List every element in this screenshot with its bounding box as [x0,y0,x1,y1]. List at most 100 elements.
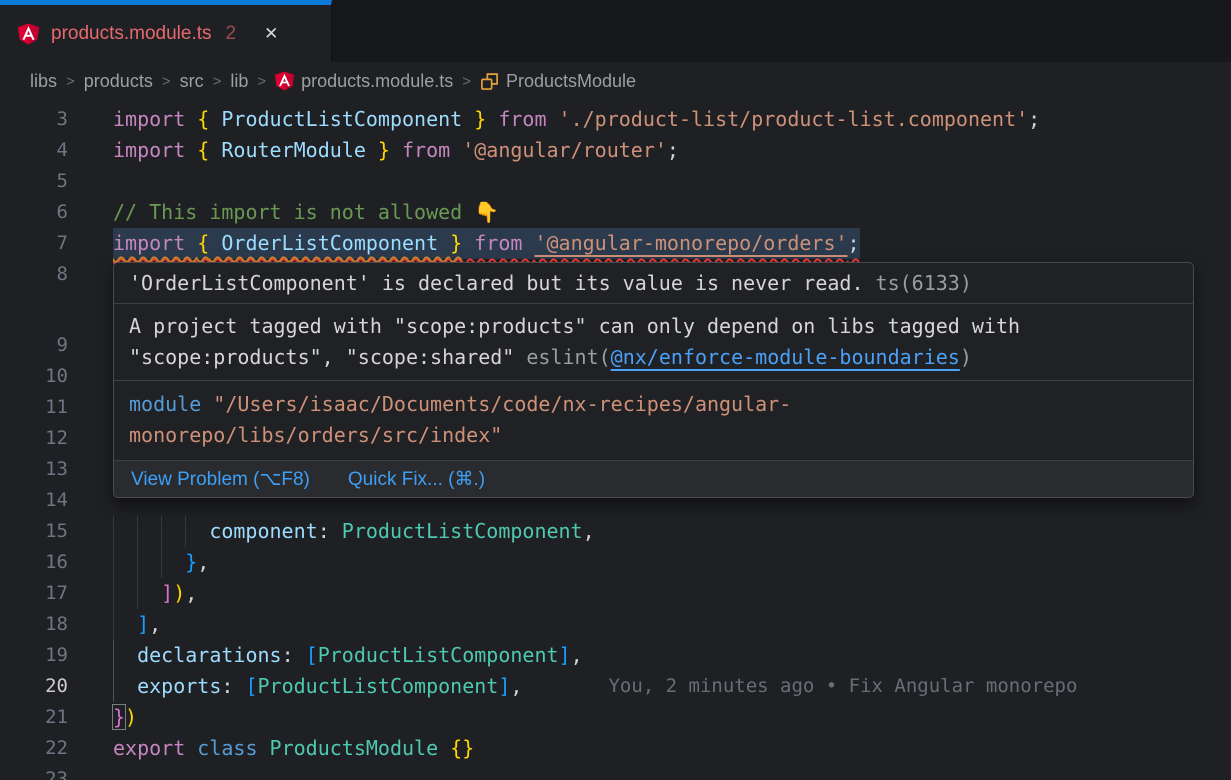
line-number[interactable]: 19 [0,640,68,671]
line-number[interactable]: 17 [0,578,68,609]
token: OrderListComponent [209,231,450,255]
token: class [197,736,269,760]
hover-action-bar: View Problem (⌥F8) Quick Fix... (⌘.) [114,461,1193,497]
token: ; [1028,107,1040,131]
hover-popup: 'OrderListComponent' is declared but its… [113,262,1194,498]
tab-products-module[interactable]: products.module.ts 2 ✕ [0,0,332,62]
code-line-5[interactable]: 5 [0,166,1231,197]
token: } [113,705,125,729]
code-line-6[interactable]: 6 // This import is not allowed 👇 [0,197,1231,228]
token: import [113,107,197,131]
line-number[interactable]: 8 [0,259,68,290]
breadcrumb-label: lib [230,71,248,92]
breadcrumb-item-libs[interactable]: libs [30,71,57,92]
quick-fix-button[interactable]: Quick Fix... (⌘.) [348,468,485,491]
token: } [474,107,486,131]
code-line-22[interactable]: 22export class ProductsModule {} [0,733,1231,764]
token: RouterModule [209,138,378,162]
token: ) [173,581,185,605]
code-content: declarations: [ProductListComponent], [113,640,583,671]
code-line-7[interactable]: 7 import { OrderListComponent } from '@an… [0,228,1231,259]
line-number[interactable]: 22 [0,733,68,764]
code-line-15[interactable]: 15 component: ProductListComponent, [0,516,1231,547]
code-line-20[interactable]: 20exports: [ProductListComponent],You, 2… [0,671,1231,702]
token: : [318,519,342,543]
indent-guide [113,547,137,578]
close-icon[interactable]: ✕ [264,25,278,42]
code-line-18[interactable]: 18], [0,609,1231,640]
code-line-3[interactable]: 3import { ProductListComponent } from '.… [0,104,1231,135]
line-number[interactable]: 5 [0,166,68,197]
token: import [113,138,197,162]
indent-guide [161,516,185,547]
token: './product-list/product-list.component' [559,107,1029,131]
code-line-17[interactable]: 17]), [0,578,1231,609]
indent-guide [161,547,185,578]
token: [ [306,643,318,667]
message-text: ) [960,345,972,369]
token: ] [137,612,149,636]
indent-guide [185,516,209,547]
line-number[interactable]: 16 [0,547,68,578]
line-number[interactable]: 4 [0,135,68,166]
code-line-16[interactable]: 16}, [0,547,1231,578]
token: , [149,612,161,636]
token: import [113,231,197,255]
eslint-rule-link[interactable]: @nx/enforce-module-boundaries [611,345,960,369]
line-number[interactable]: 20 [0,671,68,702]
line-number[interactable]: 14 [0,485,68,516]
error-squiggle: import { OrderListComponent } from '@ang… [113,231,860,255]
line-number[interactable]: 13 [0,454,68,485]
code-line-4[interactable]: 4 import { RouterModule } from '@angular/… [0,135,1231,166]
token: , [583,519,595,543]
code-line-23[interactable]: 23 [0,764,1231,780]
tab-bar: products.module.ts 2 ✕ [0,0,1231,62]
line-number[interactable]: 6 [0,197,68,228]
line-number[interactable]: 23 [0,764,68,780]
breadcrumb-item-lib[interactable]: lib [230,71,248,92]
breadcrumb-item-src[interactable]: src [180,71,204,92]
code-content: exports: [ProductListComponent], [113,671,522,702]
line-number[interactable]: 11 [0,392,68,423]
line-number[interactable]: 3 [0,104,68,135]
token: , [185,581,197,605]
eslint-error: A project tagged with "scope:products" c… [114,304,1193,381]
token: ] [559,643,571,667]
line-number[interactable]: 21 [0,702,68,733]
token: , [197,550,209,574]
token: ] [498,674,510,698]
message-text: ts(6133) [876,268,972,299]
indent-guide [113,640,137,671]
token: declarations [137,643,282,667]
breadcrumb-item-products.module.ts[interactable]: products.module.ts [275,71,453,92]
indent-guide [113,516,137,547]
indent-guide [113,671,137,702]
module-info: module "/Users/isaac/Documents/code/nx-r… [114,381,1193,461]
line-number[interactable]: 10 [0,361,68,392]
line-number[interactable]: 18 [0,609,68,640]
code-content: import { RouterModule } from '@angular/r… [113,135,679,166]
message-text: monorepo/libs/orders/src/index" [129,423,502,447]
token: from [486,107,558,131]
code-line-19[interactable]: 19 declarations: [ProductListComponent], [0,640,1231,671]
breadcrumb-item-productsmodule[interactable]: ProductsModule [480,71,636,92]
message-text: "scope:products", "scope:shared" [129,345,526,369]
code-content: }, [113,547,209,578]
breadcrumb-item-products[interactable]: products [84,71,153,92]
message-text: 'OrderListComponent' is declared but its… [129,268,876,299]
breadcrumb-label: src [180,71,204,92]
code-content: // This import is not allowed 👇 [113,197,499,228]
view-problem-button[interactable]: View Problem (⌥F8) [131,468,310,491]
line-number[interactable]: 7 [0,228,68,259]
line-number[interactable]: 15 [0,516,68,547]
message-text: module [129,392,213,416]
line-number[interactable]: 12 [0,423,68,454]
code-content: component: ProductListComponent, [113,516,595,547]
token: ) [125,705,137,729]
code-line-21[interactable]: 21}) [0,702,1231,733]
symbol-class-icon [480,72,499,91]
code-content: ], [113,609,161,640]
line-number[interactable]: 9 [0,330,68,361]
breadcrumb-separator: > [257,73,266,90]
indent-guide [137,578,161,609]
